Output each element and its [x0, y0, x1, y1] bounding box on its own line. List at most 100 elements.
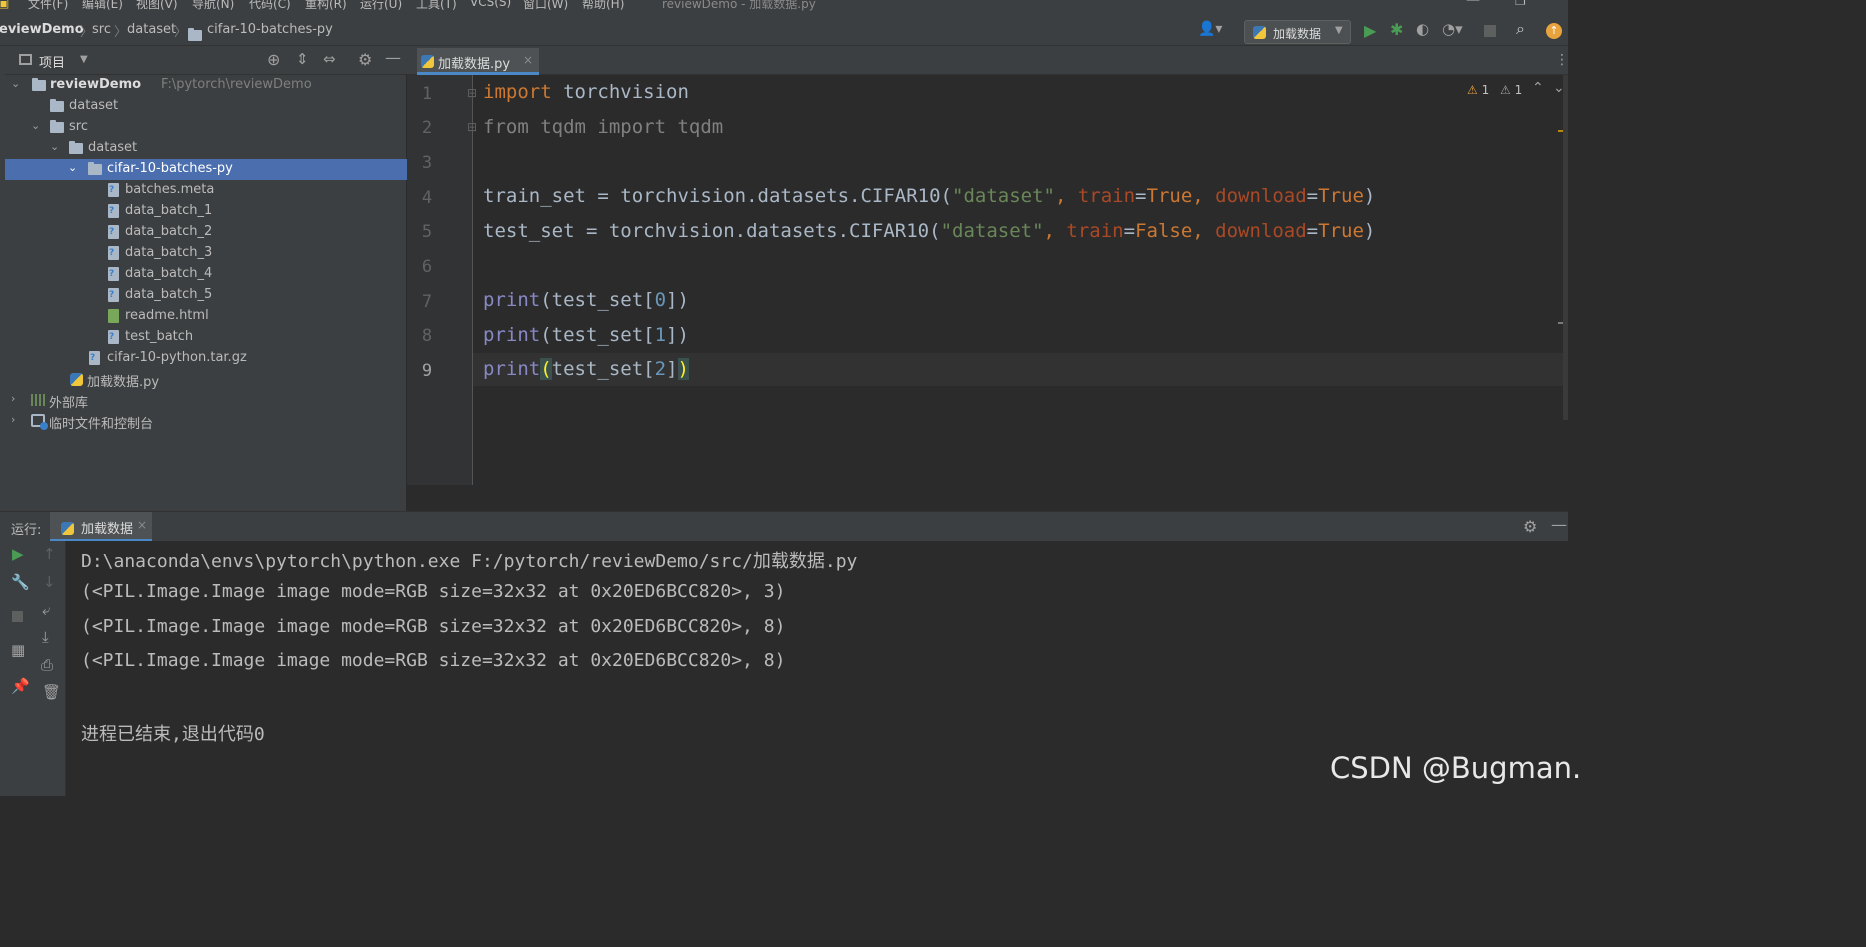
search-icon[interactable]: ⌕ — [1516, 19, 1525, 39]
warning-count-b[interactable]: ⚠ 1 — [1500, 83, 1522, 97]
menu-tools[interactable]: 工具(T) — [416, 0, 457, 12]
editor-scrollbar[interactable] — [1563, 75, 1568, 420]
run-tab[interactable]: 加载数据 × — [50, 512, 152, 542]
profile-icon[interactable]: ◔▾ — [1442, 20, 1463, 38]
folder-icon — [50, 120, 64, 136]
equals: = — [1135, 185, 1147, 207]
maximize-icon[interactable]: ❐ — [1515, 0, 1526, 8]
tree-item[interactable]: cifar-10-python.tar.gz — [5, 348, 407, 369]
update-icon[interactable]: ↑ — [1546, 23, 1562, 39]
breadcrumb-project[interactable]: eviewDemo — [0, 22, 84, 37]
breadcrumb-src[interactable]: src — [92, 22, 111, 37]
folder-icon — [88, 162, 102, 178]
code-text: ]) — [666, 324, 689, 346]
editor-tab-active[interactable]: 加载数据.py × — [417, 48, 539, 75]
gear-icon[interactable]: ⚙ — [1523, 517, 1537, 536]
comma: , — [1054, 185, 1078, 207]
tree-item[interactable]: › 外部库 — [5, 390, 407, 411]
menu-view[interactable]: 视图(V) — [136, 0, 178, 12]
param-name: download — [1215, 220, 1307, 242]
run-icon[interactable]: ▶ — [1364, 21, 1376, 40]
debug-icon[interactable]: ✱ — [1390, 20, 1403, 39]
menu-file[interactable]: 文件(F) — [28, 0, 68, 12]
menu-refactor[interactable]: 重构(R) — [305, 0, 347, 12]
breadcrumb-dataset[interactable]: dataset — [127, 22, 176, 37]
line-number: 2 — [421, 118, 433, 138]
fold-end-icon[interactable]: ⊟ — [467, 120, 477, 134]
scroll-to-end-icon[interactable]: ⤓ — [42, 628, 49, 646]
layout-icon[interactable]: ▦ — [11, 641, 25, 659]
menu-vcs[interactable]: VCS(S) — [470, 0, 511, 9]
tree-item[interactable]: data_batch_2 — [5, 222, 407, 243]
tree-item-label: cifar-10-python.tar.gz — [107, 350, 247, 365]
comma: , — [1192, 220, 1216, 242]
tree-item[interactable]: dataset — [5, 96, 407, 117]
coverage-icon[interactable]: ◐ — [1416, 20, 1429, 38]
tree-item-label: data_batch_2 — [125, 224, 213, 239]
fold-icon[interactable]: ⊟ — [467, 86, 477, 100]
gear-icon[interactable]: ⚙ — [358, 50, 372, 69]
tree-item-root[interactable]: ⌄ reviewDemo F:\pytorch\reviewDemo — [5, 75, 407, 96]
user-icon[interactable]: 👤▾ — [1198, 21, 1222, 37]
menu-window[interactable]: 窗口(W) — [523, 0, 568, 12]
collapse-all-icon[interactable]: ⇔ — [323, 50, 336, 68]
print-icon[interactable]: ⎙ — [41, 656, 53, 674]
tree-item[interactable]: data_batch_5 — [5, 285, 407, 306]
trash-icon[interactable]: 🗑 — [42, 683, 61, 701]
chevron-down-icon[interactable]: ⌄ — [50, 140, 59, 153]
python-icon — [1253, 26, 1266, 42]
menu-run[interactable]: 运行(U) — [360, 0, 402, 12]
menu-edit[interactable]: 编辑(E) — [82, 0, 123, 12]
run-config-selector[interactable]: 加载数据 ▼ — [1244, 20, 1351, 44]
code-line-1: import torchvision — [483, 81, 689, 103]
stop-icon[interactable] — [1484, 25, 1496, 37]
tree-item[interactable]: data_batch_3 — [5, 243, 407, 264]
tree-item[interactable]: data_batch_4 — [5, 264, 407, 285]
tree-item[interactable]: ⌄ dataset — [5, 138, 407, 159]
console-line: (<PIL.Image.Image image mode=RGB size=32… — [81, 650, 786, 671]
breadcrumb-folder[interactable]: cifar-10-batches-py — [207, 22, 333, 37]
code-text: test_set = torchvision.datasets.CIFAR10( — [483, 220, 941, 242]
menu-bar: ▣ 文件(F) 编辑(E) 视图(V) 导航(N) 代码(C) 重构(R) 运行… — [0, 0, 1568, 12]
line-number: 7 — [421, 292, 433, 312]
hide-icon[interactable]: — — [385, 48, 401, 67]
hide-icon[interactable]: — — [1551, 515, 1567, 534]
tree-item[interactable]: batches.meta — [5, 180, 407, 201]
chevron-right-icon[interactable]: › — [11, 413, 15, 426]
rerun-icon[interactable]: ▶ — [12, 545, 24, 563]
wrench-icon[interactable]: 🔧 — [11, 573, 30, 591]
tree-item[interactable]: › 临时文件和控制台 — [5, 411, 407, 432]
menu-code[interactable]: 代码(C) — [249, 0, 291, 12]
tree-item-selected[interactable]: ⌄ cifar-10-batches-py — [5, 159, 407, 180]
tree-item[interactable]: data_batch_1 — [5, 201, 407, 222]
pin-icon[interactable]: 📌 — [11, 677, 30, 695]
tree-item[interactable]: test_batch — [5, 327, 407, 348]
tree-item[interactable]: ⌄ src — [5, 117, 407, 138]
minimize-icon[interactable]: — — [1466, 0, 1480, 8]
tree-item[interactable]: 加载数据.py — [5, 369, 407, 390]
chevron-down-icon[interactable]: ⌄ — [31, 119, 40, 132]
close-icon[interactable]: × — [523, 53, 533, 67]
tree-item[interactable]: readme.html — [5, 306, 407, 327]
project-panel-title[interactable]: 项目 — [39, 52, 65, 71]
chevron-down-icon[interactable]: ⌄ — [11, 77, 20, 90]
arrow-up-icon[interactable]: ↑ — [43, 545, 56, 563]
chevron-up-icon[interactable]: ⌃ — [1532, 80, 1544, 96]
more-icon[interactable]: ⋮ — [1555, 52, 1569, 68]
chevron-right-icon[interactable]: › — [11, 392, 15, 405]
expand-all-icon[interactable]: ⇕ — [296, 50, 309, 68]
warning-count-a[interactable]: ⚠ 1 — [1467, 83, 1489, 97]
menu-navigate[interactable]: 导航(N) — [192, 0, 234, 12]
tree-item-label: 临时文件和控制台 — [49, 417, 154, 432]
arrow-down-icon[interactable]: ↓ — [43, 573, 56, 591]
chevron-down-icon[interactable]: ▼ — [80, 54, 88, 65]
comma: , — [1192, 185, 1216, 207]
close-icon[interactable]: × — [137, 518, 147, 532]
menu-help[interactable]: 帮助(H) — [582, 0, 624, 12]
run-toolbar-primary: ▶ 🔧 ▦ 📌 — [0, 541, 34, 796]
locate-icon[interactable]: ⊕ — [267, 50, 280, 69]
soft-wrap-icon[interactable]: ⤶ — [42, 601, 50, 619]
chevron-down-icon[interactable]: ⌄ — [68, 161, 77, 174]
unknown-file-icon — [108, 225, 119, 243]
stop-icon[interactable] — [12, 611, 23, 622]
